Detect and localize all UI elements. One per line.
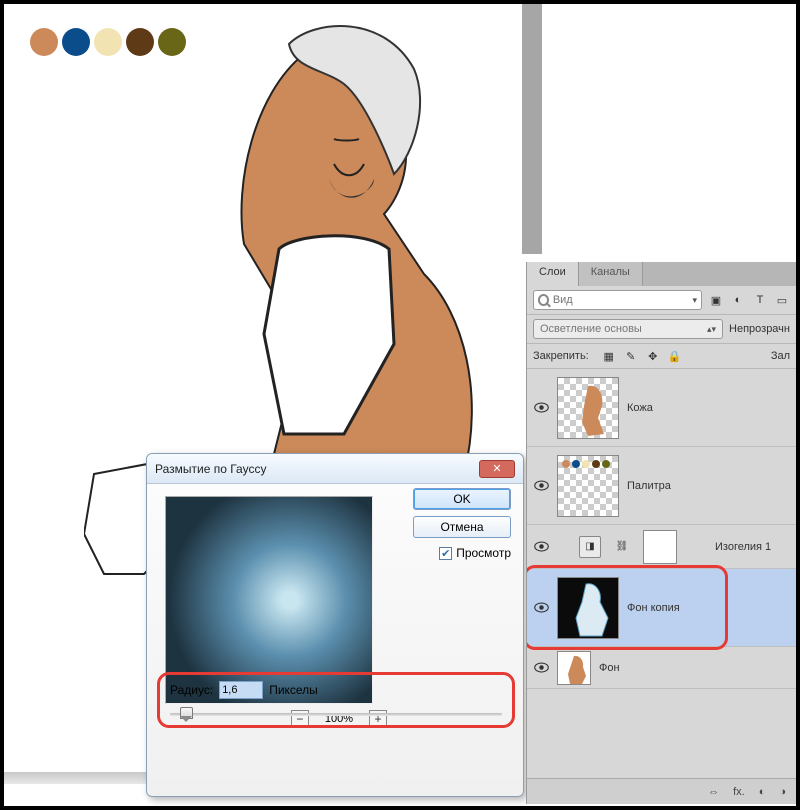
layers-panel: Слои Каналы ▾ ▣ ◐ T ▭ Осветление основы … <box>526 262 796 804</box>
visibility-toggle[interactable] <box>533 478 549 494</box>
link-layers-icon[interactable]: ⇔ <box>708 786 719 798</box>
lock-label: Закрепить: <box>533 350 589 362</box>
layer-thumbnail[interactable] <box>557 455 619 517</box>
filter-adjust-icon[interactable]: ◐ <box>730 292 746 308</box>
eye-icon <box>534 662 549 673</box>
layer-thumbnail[interactable] <box>557 651 591 685</box>
layer-name[interactable]: Фон <box>599 662 620 674</box>
link-icon[interactable]: ⛓ <box>611 536 633 558</box>
layer-row-selected[interactable]: Фон копия <box>527 569 796 647</box>
slider-thumb[interactable] <box>180 707 191 723</box>
blend-mode-select[interactable]: Осветление основы ▴▾ <box>533 319 723 339</box>
fill-label: Зал <box>771 350 790 362</box>
adjustment-icon[interactable]: ◨ <box>579 536 601 558</box>
chevron-down-icon: ▾ <box>692 295 697 306</box>
close-icon: ✕ <box>492 462 501 475</box>
lock-brush-icon[interactable]: ✎ <box>623 348 639 364</box>
preview-label: Просмотр <box>456 546 511 560</box>
visibility-toggle[interactable] <box>533 660 549 676</box>
layer-name[interactable]: Палитра <box>627 480 671 492</box>
radius-unit: Пикселы <box>269 683 318 697</box>
panel-tabs: Слои Каналы <box>527 262 796 286</box>
fx-menu[interactable]: fx. <box>733 786 745 798</box>
cancel-button[interactable]: Отмена <box>413 516 511 538</box>
layer-row[interactable]: Палитра <box>527 447 796 525</box>
ok-button[interactable]: OK <box>413 488 511 510</box>
layer-row[interactable]: Фон <box>527 647 796 689</box>
layer-filter-select[interactable]: ▾ <box>533 290 702 310</box>
radius-input[interactable] <box>219 681 263 699</box>
eye-icon <box>534 402 549 413</box>
check-icon: ✔ <box>441 547 450 560</box>
new-adjustment-icon[interactable]: ◑ <box>779 786 786 798</box>
layer-name[interactable]: Фон копия <box>627 602 680 614</box>
radius-group-highlight: Радиус: Пикселы <box>157 672 515 728</box>
layer-name[interactable]: Кожа <box>627 402 653 414</box>
gaussian-blur-dialog: Размытие по Гауссу ✕ − 100% + OK Отмена … <box>146 453 524 797</box>
eye-icon <box>534 480 549 491</box>
preview-checkbox[interactable]: ✔ <box>439 547 452 560</box>
filter-type-icon[interactable]: T <box>752 292 768 308</box>
visibility-toggle[interactable] <box>533 600 549 616</box>
visibility-toggle[interactable] <box>533 400 549 416</box>
lock-position-icon[interactable]: ✥ <box>645 348 661 364</box>
layers-list: Кожа Палитра ◨ <box>527 369 796 769</box>
tab-channels[interactable]: Каналы <box>579 262 643 286</box>
up-down-icon: ▴▾ <box>707 324 716 335</box>
filter-image-icon[interactable]: ▣ <box>708 292 724 308</box>
layer-row[interactable]: ◨ ⛓ Изогелия 1 <box>527 525 796 569</box>
dialog-title: Размытие по Гауссу <box>155 462 266 476</box>
eye-icon <box>534 541 549 552</box>
radius-label: Радиус: <box>170 683 213 697</box>
layer-filter-input[interactable] <box>553 294 689 306</box>
layer-name[interactable]: Изогелия 1 <box>715 541 771 553</box>
search-icon <box>538 294 549 306</box>
canvas-pasteboard <box>522 4 542 254</box>
layer-mask-thumbnail[interactable] <box>643 530 677 564</box>
tab-layers[interactable]: Слои <box>527 262 579 286</box>
lock-pixels-icon[interactable]: ▦ <box>601 348 617 364</box>
layer-thumbnail[interactable] <box>557 577 619 639</box>
visibility-toggle[interactable] <box>533 539 549 555</box>
swatch-1[interactable] <box>30 28 58 56</box>
dialog-close-button[interactable]: ✕ <box>479 460 515 478</box>
filter-shape-icon[interactable]: ▭ <box>774 292 790 308</box>
layers-panel-footer: ⇔ fx. ◐ ◑ <box>527 778 796 804</box>
lock-all-icon[interactable]: 🔒 <box>667 348 683 364</box>
add-mask-icon[interactable]: ◐ <box>759 786 766 798</box>
layer-thumbnail[interactable] <box>557 377 619 439</box>
radius-slider[interactable] <box>170 707 502 721</box>
layer-row[interactable]: Кожа <box>527 369 796 447</box>
blend-mode-label: Осветление основы <box>540 323 642 335</box>
opacity-label: Непрозрачн <box>729 323 790 335</box>
eye-icon <box>534 602 549 613</box>
slider-track <box>170 713 502 716</box>
